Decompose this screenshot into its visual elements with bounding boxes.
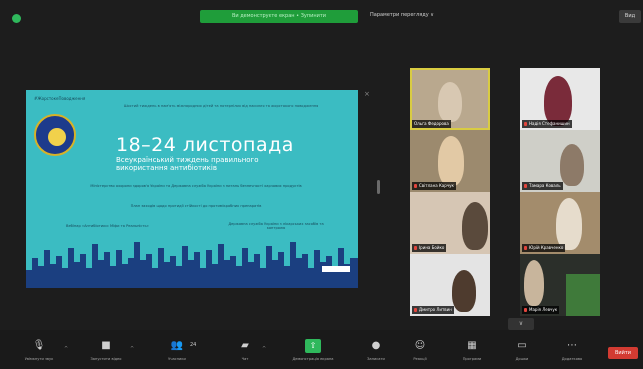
organization-logo (34, 114, 76, 156)
city-skyline-graphic (26, 242, 358, 288)
slide-webinar-text: Вебінар «Антибіотики: Міфи та Реальність… (66, 224, 149, 228)
apps-button[interactable]: ▦ Програми (452, 330, 492, 369)
muted-microphone-icon: 🎙 (32, 340, 46, 351)
audio-options-caret[interactable]: ^ (64, 346, 68, 352)
record-button[interactable]: ● Записати (356, 330, 396, 369)
participant-video-background (566, 274, 600, 316)
participant-name: Юрій Кравченко (522, 244, 566, 252)
participant-name: Марія Левчук (522, 306, 560, 314)
record-icon: ● (371, 340, 381, 351)
whiteboard-icon: ▭ (517, 340, 527, 351)
reactions-icon: ☺ (414, 340, 426, 351)
apps-grid-icon: ▦ (467, 340, 477, 351)
close-icon[interactable]: × (364, 90, 370, 98)
view-options-menu[interactable]: Параметри перегляду ∨ (370, 12, 434, 18)
chat-options-caret[interactable]: ^ (262, 346, 266, 352)
more-button[interactable]: ⋯ Додатково (550, 330, 594, 369)
video-button[interactable]: ■ Запустити відео (80, 330, 132, 369)
chat-button[interactable]: ▰ Чат (228, 330, 262, 369)
participant-video (462, 202, 488, 250)
participants-button[interactable]: 👥 Учасники (152, 330, 202, 369)
participant-video (524, 260, 544, 306)
participant-name: Надія Стефанишин (522, 120, 572, 128)
participant-tile[interactable]: Світлана Карчук (410, 130, 490, 192)
slide-plan-text: План заходів щодо протидії стійкості до … (130, 204, 262, 208)
participant-name: Ірина Бойко (412, 244, 447, 252)
slide-subtitle: Всеукраїнський тиждень правильного викор… (116, 156, 259, 172)
view-button[interactable]: Вид (619, 10, 641, 23)
participant-video (560, 144, 584, 186)
participant-video (544, 76, 572, 126)
muted-mic-icon (524, 246, 527, 250)
participant-tile[interactable]: Юрій Кравченко (520, 192, 600, 254)
participant-tile[interactable]: Ірина Бойко (410, 192, 490, 254)
reactions-button[interactable]: ☺ Реакції (400, 330, 440, 369)
leave-meeting-button[interactable]: Вийти (608, 347, 638, 359)
slide-hashtag: #ЖорстокеПоводження (34, 96, 86, 101)
participants-icon: 👥 (170, 340, 184, 351)
muted-mic-icon (414, 246, 417, 250)
chat-bubble-icon: ▰ (241, 340, 249, 351)
slide-organizers-text: Міністерство охорони здоров'я України та… (90, 184, 302, 188)
participant-video (438, 136, 464, 186)
participant-tile[interactable]: Марія Левчук (520, 254, 600, 316)
meeting-toolbar: 🎙 Увімкнути звук ^ ■ Запустити відео ^ 👥… (0, 330, 643, 369)
slide-agency-text: Державна служба України з лікарських зас… (228, 222, 324, 230)
participant-tile[interactable]: Тамара Коваль (520, 130, 600, 192)
participant-video (452, 270, 476, 312)
participant-name: Ольга Федорова (412, 120, 451, 128)
share-screen-icon: ⇧ (305, 339, 321, 353)
muted-mic-icon (524, 308, 527, 312)
meeting-top-bar: Ви демонструєте екран • Зупинити Парамет… (0, 0, 643, 36)
muted-mic-icon (414, 184, 417, 188)
participant-name: Дмитро Литвин (412, 306, 454, 314)
shared-slide: #ЖорстокеПоводження Шостий тиждень в пам… (26, 90, 358, 288)
slide-header-text: Шостий тиждень в пам'ять міжнародних діт… (123, 104, 319, 108)
screen-share-banner[interactable]: Ви демонструєте екран • Зупинити (200, 10, 358, 23)
participants-count: 24 (190, 342, 197, 348)
split-drag-handle[interactable] (377, 180, 380, 194)
participant-video (556, 198, 582, 250)
participant-video (438, 82, 462, 122)
audio-button[interactable]: 🎙 Увімкнути звук (14, 330, 64, 369)
participant-tile[interactable]: Надія Стефанишин (520, 68, 600, 130)
share-screen-button[interactable]: ⇧ Демонстрація екрана (282, 330, 344, 369)
muted-mic-icon (414, 308, 417, 312)
muted-mic-icon (524, 184, 527, 188)
gallery-next-page-button[interactable]: ∨ (508, 318, 534, 330)
more-dots-icon: ⋯ (567, 340, 577, 351)
video-camera-icon: ■ (101, 340, 111, 351)
muted-mic-icon (524, 122, 527, 126)
video-options-caret[interactable]: ^ (130, 346, 134, 352)
participant-tile[interactable]: Ольга Федорова (410, 68, 490, 130)
participant-tile[interactable]: Дмитро Литвин (410, 254, 490, 316)
participant-name: Тамара Коваль (522, 182, 563, 190)
slide-title: 18–24 листопада (116, 134, 294, 156)
encryption-shield-icon[interactable] (12, 14, 21, 23)
whiteboards-button[interactable]: ▭ Дошки (502, 330, 542, 369)
participant-name: Світлана Карчук (412, 182, 456, 190)
